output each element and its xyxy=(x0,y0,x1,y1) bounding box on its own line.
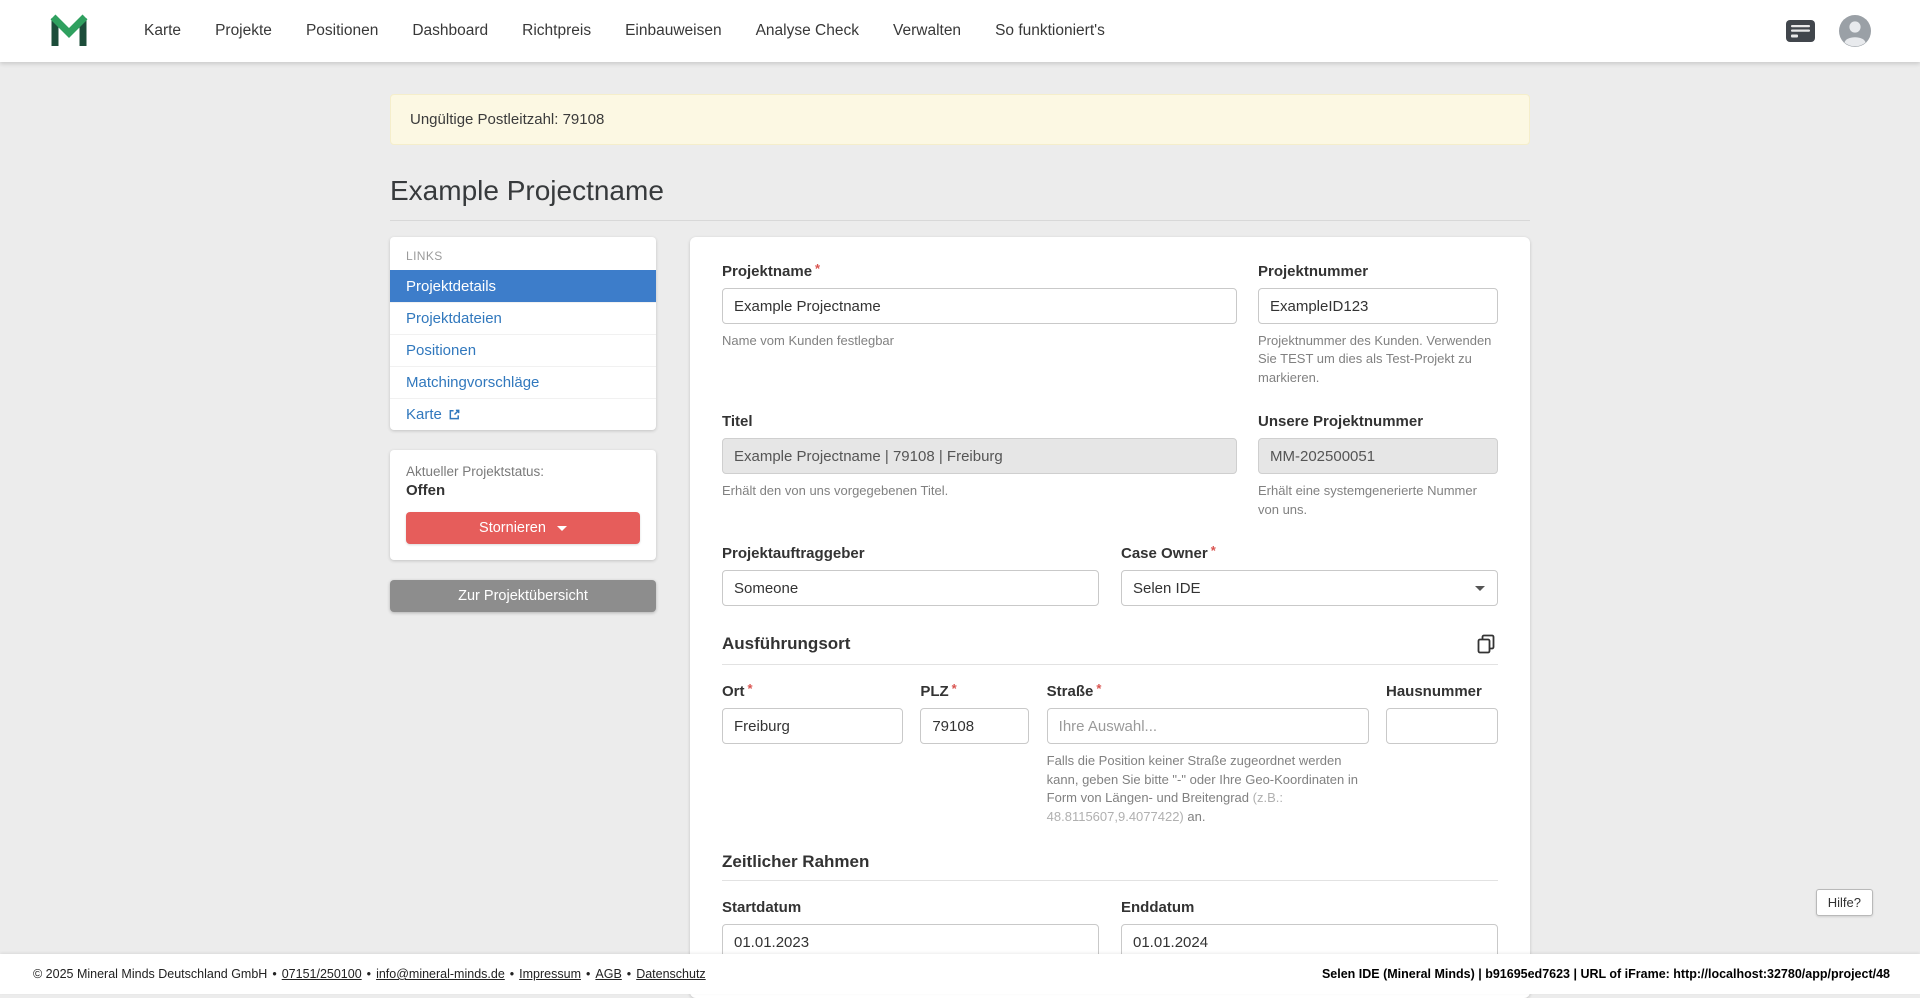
unsere-projektnummer-helper: Erhält eine systemgenerierte Nummer von … xyxy=(1258,482,1498,519)
projektnummer-label: Projektnummer xyxy=(1258,263,1498,280)
section-divider xyxy=(722,880,1498,881)
nav-item-verwalten[interactable]: Verwalten xyxy=(893,22,961,39)
mineral-minds-logo-icon[interactable] xyxy=(48,11,90,51)
caret-down-icon xyxy=(557,526,567,531)
footer-agb-link[interactable]: AGB xyxy=(595,967,621,981)
footer-separator: • xyxy=(586,967,590,981)
sidebar-item-positionen[interactable]: Positionen xyxy=(390,334,656,366)
projektname-label: Projektname* xyxy=(722,263,1237,280)
strasse-helper: Falls die Position keiner Straße zugeord… xyxy=(1047,752,1369,826)
unsere-projektnummer-input xyxy=(1258,438,1498,474)
hausnummer-input[interactable] xyxy=(1386,708,1498,744)
nav-item-richtpreis[interactable]: Richtpreis xyxy=(522,22,591,39)
chevron-down-icon xyxy=(1475,586,1485,591)
card-reader-icon[interactable] xyxy=(1785,19,1816,43)
projektname-input[interactable] xyxy=(722,288,1237,324)
footer-impressum-link[interactable]: Impressum xyxy=(519,967,581,981)
footer-session-info: Selen IDE (Mineral Minds) | b91695ed7623… xyxy=(1322,967,1890,981)
footer-separator: • xyxy=(627,967,631,981)
status-value: Offen xyxy=(406,482,640,499)
sidebar-item-label: Projektdetails xyxy=(406,278,496,295)
nav-item-karte[interactable]: Karte xyxy=(144,22,181,39)
projektauftraggeber-input[interactable] xyxy=(722,570,1099,606)
project-details-form: Projektname* Name vom Kunden festlegbar … xyxy=(690,237,1530,998)
sidebar-item-label: Karte xyxy=(406,406,442,423)
sidebar-item-label: Matchingvorschläge xyxy=(406,374,539,391)
plz-input[interactable] xyxy=(920,708,1029,744)
alert-message: Ungültige Postleitzahl: 79108 xyxy=(410,111,604,128)
unsere-projektnummer-label: Unsere Projektnummer xyxy=(1258,413,1498,430)
invalid-postcode-alert: Ungültige Postleitzahl: 79108 xyxy=(390,94,1530,145)
required-asterisk: * xyxy=(1096,681,1101,696)
sidebar: LINKS Projektdetails Projektdateien Posi… xyxy=(390,237,656,612)
required-asterisk: * xyxy=(1211,543,1216,558)
footer-separator: • xyxy=(510,967,514,981)
footer-separator: • xyxy=(272,967,276,981)
project-overview-button[interactable]: Zur Projektübersicht xyxy=(390,580,656,612)
strasse-input[interactable] xyxy=(1047,708,1369,744)
sidebar-item-projektdetails[interactable]: Projektdetails xyxy=(390,270,656,302)
zeitlicher-rahmen-heading: Zeitlicher Rahmen xyxy=(722,852,869,872)
sidebar-item-matchingvorschlaege[interactable]: Matchingvorschläge xyxy=(390,366,656,398)
footer-datenschutz-link[interactable]: Datenschutz xyxy=(636,967,705,981)
section-divider xyxy=(722,664,1498,665)
status-label: Aktueller Projektstatus: xyxy=(406,464,640,479)
nav-item-positionen[interactable]: Positionen xyxy=(306,22,378,39)
projektnummer-input[interactable] xyxy=(1258,288,1498,324)
page-title: Example Projectname xyxy=(390,175,1530,207)
case-owner-selected-value: Selen IDE xyxy=(1133,580,1201,597)
help-button[interactable]: Hilfe? xyxy=(1816,889,1873,916)
required-asterisk: * xyxy=(952,681,957,696)
title-divider xyxy=(390,220,1530,221)
sidebar-item-projektdateien[interactable]: Projektdateien xyxy=(390,302,656,334)
hausnummer-label: Hausnummer xyxy=(1386,683,1498,700)
footer-copyright: © 2025 Mineral Minds Deutschland GmbH xyxy=(33,967,267,981)
projektauftraggeber-label: Projektauftraggeber xyxy=(722,545,1099,562)
footer: © 2025 Mineral Minds Deutschland GmbH • … xyxy=(0,954,1920,994)
top-navbar: Karte Projekte Positionen Dashboard Rich… xyxy=(0,0,1920,62)
required-asterisk: * xyxy=(815,261,820,276)
ort-input[interactable] xyxy=(722,708,903,744)
nav-item-projekte[interactable]: Projekte xyxy=(215,22,272,39)
links-card: LINKS Projektdetails Projektdateien Posi… xyxy=(390,237,656,430)
footer-separator: • xyxy=(367,967,371,981)
external-link-icon xyxy=(448,408,461,421)
project-overview-button-label: Zur Projektübersicht xyxy=(458,588,588,604)
startdatum-label: Startdatum xyxy=(722,899,1099,916)
nav-item-einbauweisen[interactable]: Einbauweisen xyxy=(625,22,722,39)
sidebar-item-label: Positionen xyxy=(406,342,476,359)
titel-label: Titel xyxy=(722,413,1237,430)
sidebar-item-label: Projektdateien xyxy=(406,310,502,327)
titel-helper: Erhält den von uns vorgegebenen Titel. xyxy=(722,482,1237,500)
case-owner-select[interactable]: Selen IDE xyxy=(1121,570,1498,606)
nav-item-so-funktionierts[interactable]: So funktioniert's xyxy=(995,22,1105,39)
user-avatar-icon[interactable] xyxy=(1838,14,1872,48)
footer-phone-link[interactable]: 07151/250100 xyxy=(282,967,362,981)
strasse-label: Straße* xyxy=(1047,683,1369,700)
sidebar-item-karte[interactable]: Karte xyxy=(390,398,656,430)
titel-input xyxy=(722,438,1237,474)
main-nav: Karte Projekte Positionen Dashboard Rich… xyxy=(144,22,1105,40)
ort-label: Ort* xyxy=(722,683,903,700)
enddatum-label: Enddatum xyxy=(1121,899,1498,916)
copy-location-icon[interactable] xyxy=(1474,632,1498,656)
case-owner-label: Case Owner* xyxy=(1121,545,1498,562)
plz-label: PLZ* xyxy=(920,683,1029,700)
nav-item-dashboard[interactable]: Dashboard xyxy=(412,22,488,39)
links-header: LINKS xyxy=(390,237,656,270)
ausfuehrungsort-heading: Ausführungsort xyxy=(722,634,850,654)
nav-item-analyse-check[interactable]: Analyse Check xyxy=(756,22,859,39)
projektname-helper: Name vom Kunden festlegbar xyxy=(722,332,1237,350)
footer-email-link[interactable]: info@mineral-minds.de xyxy=(376,967,505,981)
required-asterisk: * xyxy=(748,681,753,696)
stornieren-button-label: Stornieren xyxy=(479,520,546,536)
project-status-card: Aktueller Projektstatus: Offen Storniere… xyxy=(390,450,656,560)
stornieren-button[interactable]: Stornieren xyxy=(406,512,640,544)
projektnummer-helper: Projektnummer des Kunden. Verwenden Sie … xyxy=(1258,332,1498,387)
